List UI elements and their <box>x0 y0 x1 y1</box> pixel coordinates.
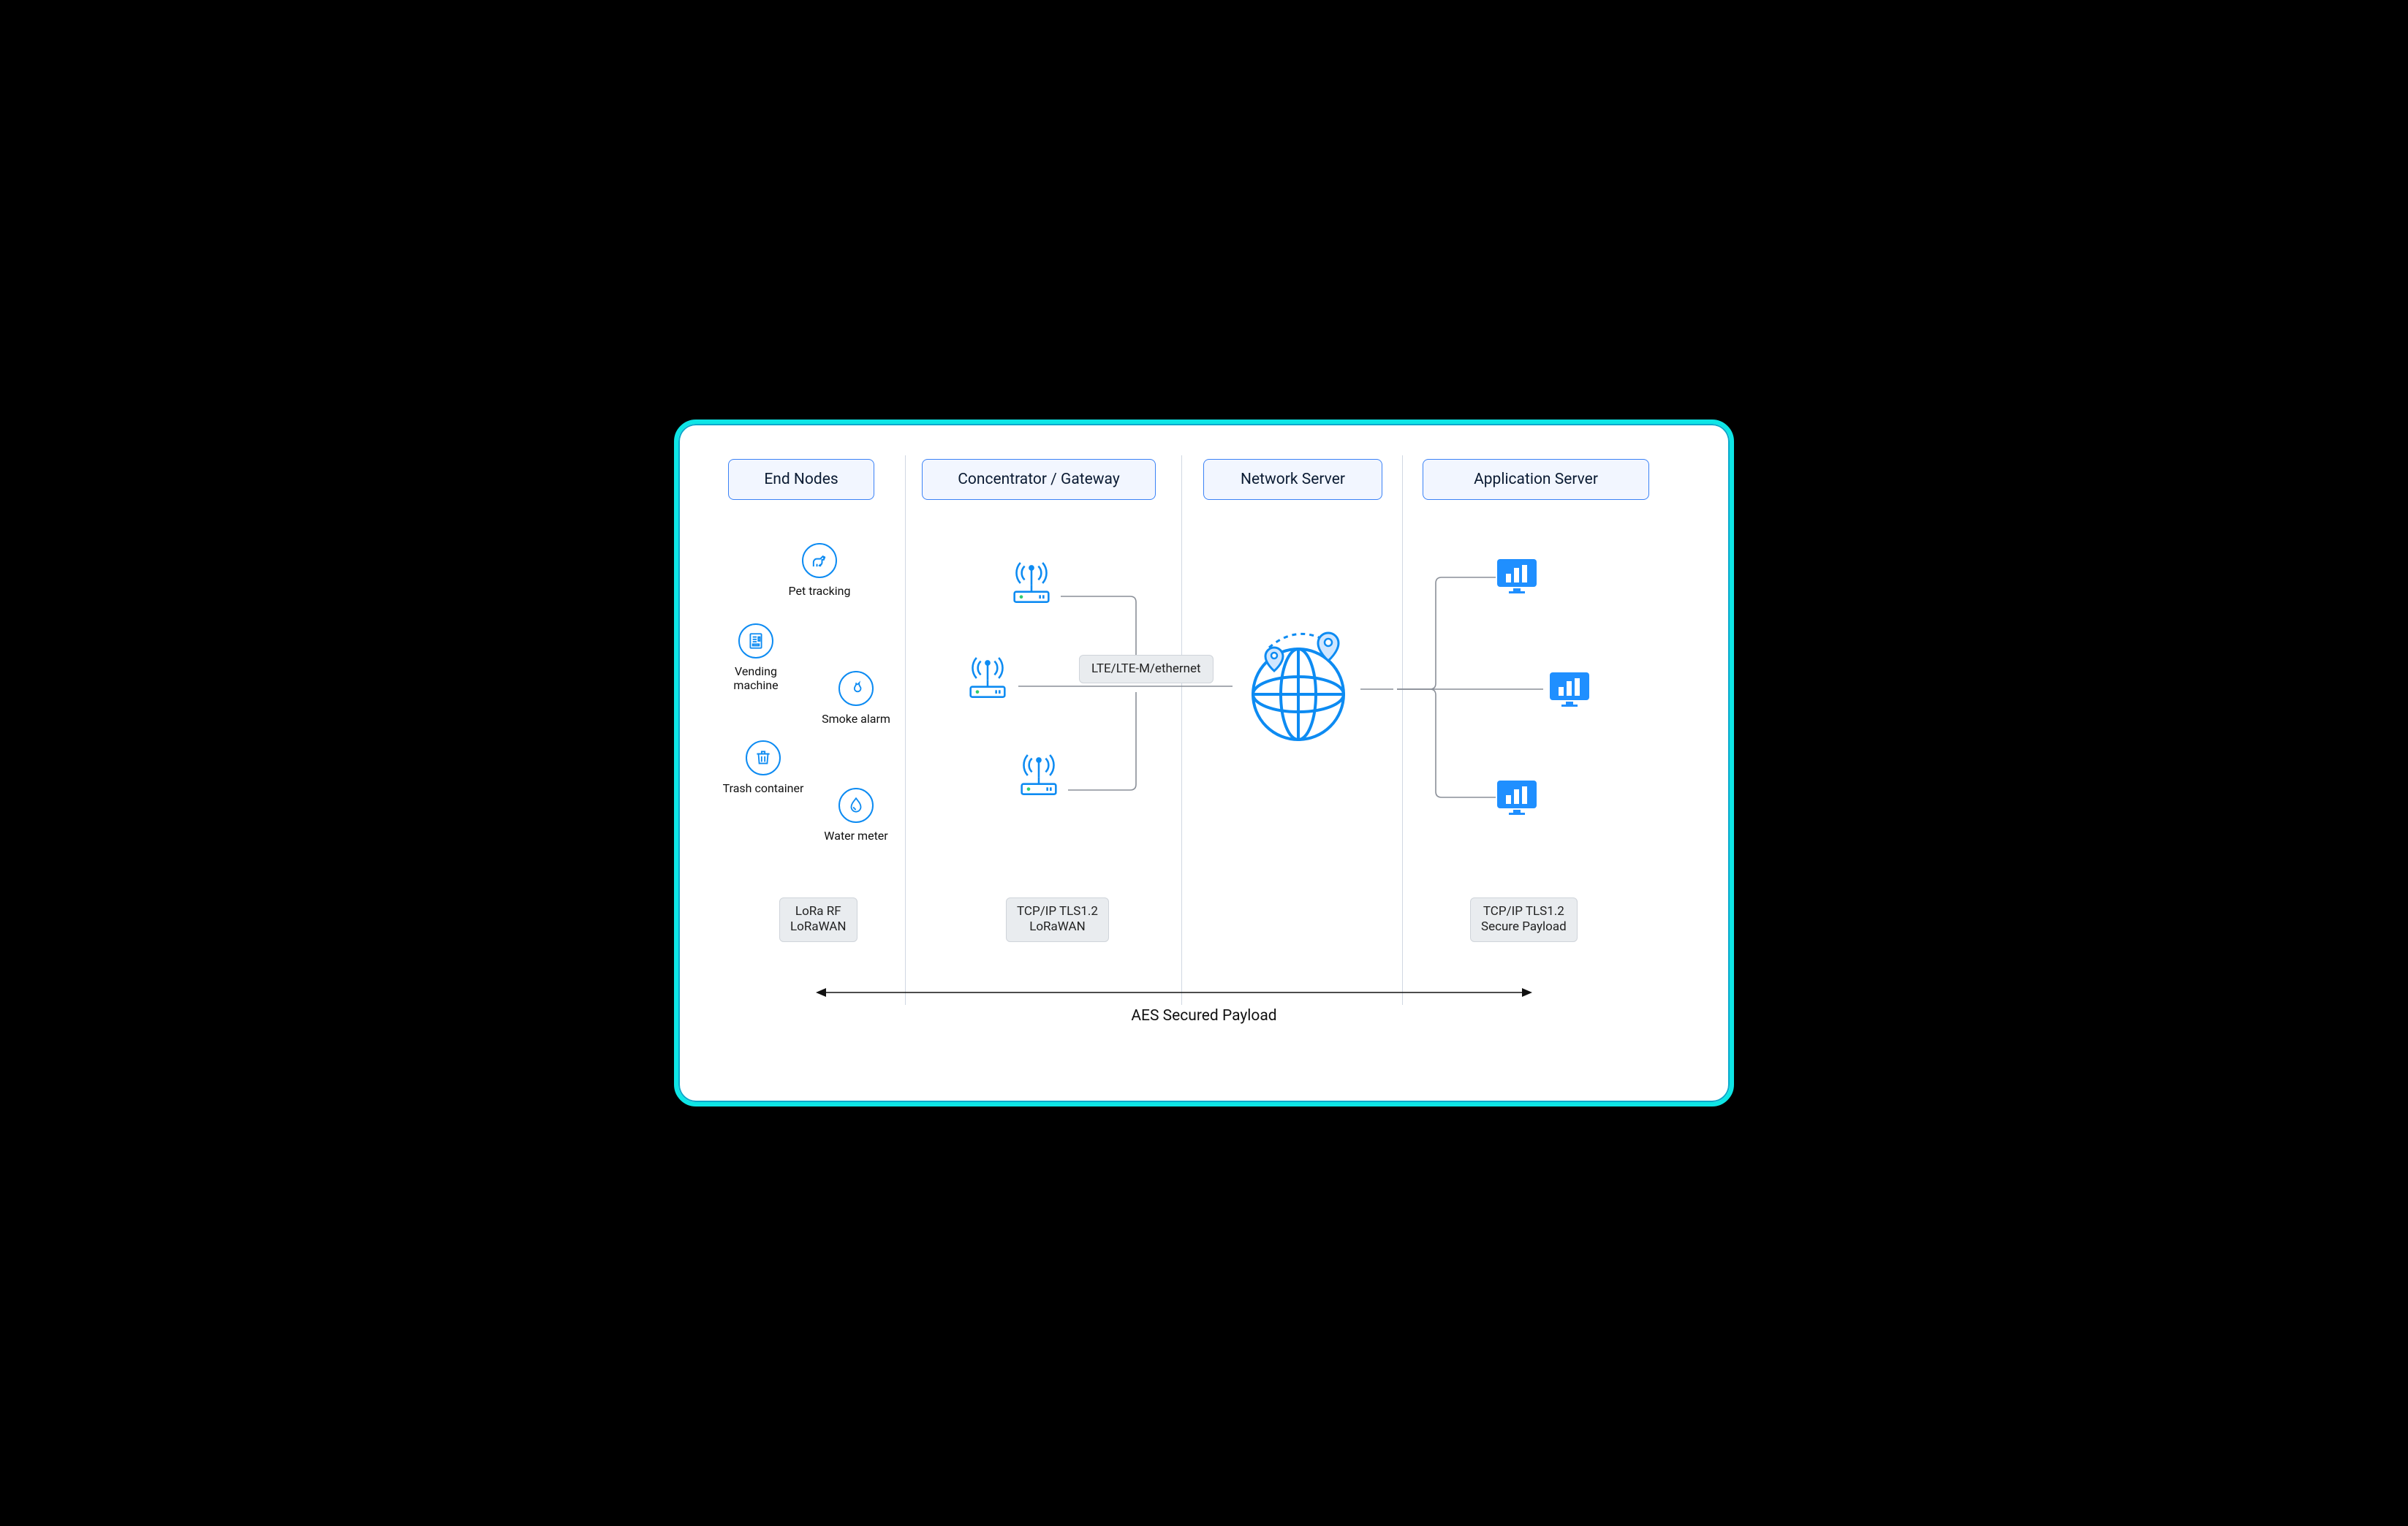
header-end-nodes: End Nodes <box>728 459 874 500</box>
trash-icon <box>746 740 781 775</box>
header-network-server: Network Server <box>1203 459 1382 500</box>
chart-monitor-icon <box>1496 779 1538 817</box>
aes-arrow-label: AES Secured Payload <box>684 1007 1724 1025</box>
chart-monitor-icon <box>1496 558 1538 596</box>
node-water-meter: Water meter <box>812 788 900 843</box>
column-divider-3 <box>1402 455 1403 1005</box>
antenna-router-icon <box>962 653 1013 704</box>
backhaul-label: LTE/LTE-M/ethernet <box>1079 655 1214 683</box>
antenna-router-icon <box>1006 558 1057 609</box>
node-label: Smoke alarm <box>812 712 900 726</box>
droplet-icon <box>838 788 874 823</box>
node-label: Vending machine <box>712 664 800 692</box>
dog-icon <box>802 543 837 578</box>
globe-location-icon <box>1236 627 1360 751</box>
node-label: Water meter <box>812 829 900 843</box>
aes-arrow <box>816 985 1532 1000</box>
diagram-canvas: End Nodes Concentrator / Gateway Network… <box>684 430 1724 1096</box>
flame-icon <box>838 671 874 706</box>
tag-protocol-app-server: TCP/IP TLS1.2 Secure Payload <box>1470 897 1578 942</box>
node-label: Trash container <box>719 781 807 795</box>
vending-icon <box>738 623 773 658</box>
node-smoke-alarm: Smoke alarm <box>812 671 900 726</box>
antenna-router-icon <box>1013 750 1064 801</box>
tag-protocol-end-nodes: LoRa RF LoRaWAN <box>779 897 857 942</box>
header-app-server: Application Server <box>1423 459 1649 500</box>
chart-monitor-icon <box>1548 671 1591 709</box>
node-vending-machine: Vending machine <box>712 623 800 692</box>
column-divider-1 <box>905 455 906 1005</box>
node-pet-tracking: Pet tracking <box>776 543 863 598</box>
diagram-frame: End Nodes Concentrator / Gateway Network… <box>674 420 1734 1106</box>
node-trash-container: Trash container <box>719 740 807 795</box>
header-gateway: Concentrator / Gateway <box>922 459 1156 500</box>
node-label: Pet tracking <box>776 584 863 598</box>
column-divider-2 <box>1181 455 1182 1005</box>
tag-protocol-gateway: TCP/IP TLS1.2 LoRaWAN <box>1006 897 1109 942</box>
